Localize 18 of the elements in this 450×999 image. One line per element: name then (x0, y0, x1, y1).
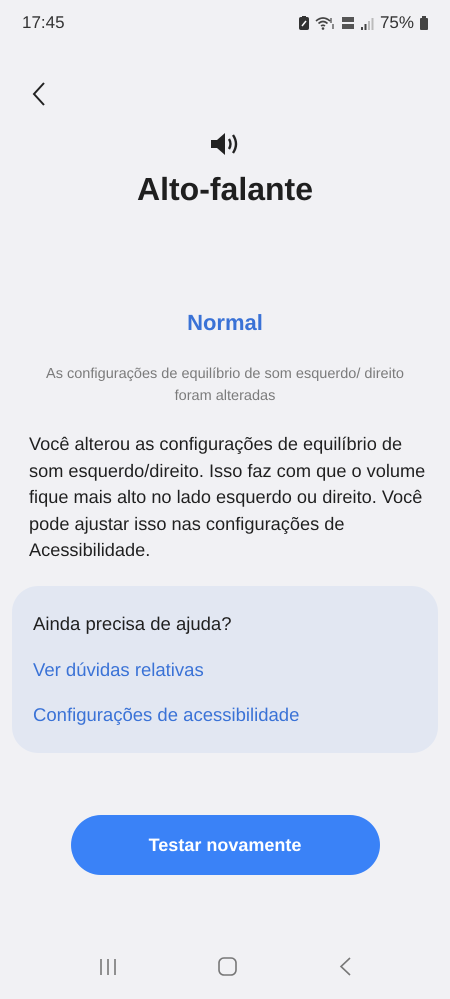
status-time: 17:45 (22, 12, 65, 34)
recent-apps-icon[interactable] (98, 958, 117, 976)
result-text: Normal (186, 309, 264, 338)
test-again-button[interactable]: Testar novamente (70, 815, 380, 876)
help-link[interactable]: Ver dúvidas relativas (33, 656, 417, 684)
back-icon[interactable] (339, 957, 352, 976)
speaker-icon (211, 132, 239, 156)
battery-icon (420, 16, 428, 30)
help-heading: Ainda precisa de ajuda? (33, 612, 233, 636)
home-icon[interactable] (218, 957, 238, 976)
help-link[interactable]: Configurações de acessibilidade (33, 701, 417, 730)
wifi-icon (314, 16, 335, 30)
status-note: As configurações de equilíbrio de som esquerdo/ direito foram alteradas (45, 365, 405, 406)
page-title: Alto-falante (136, 170, 314, 208)
battery-saver-icon (298, 16, 309, 30)
signal-icon (360, 16, 374, 30)
description-text: Você alterou as configurações de equilíbrio de som esquerdo/direito. Isso faz com que o volume fique mais alto no lado esquerdo ou direito. Você pode ajustar isso nas configurações de Acessibilidade. (29, 433, 426, 562)
battery-percent: 75% (380, 12, 414, 34)
